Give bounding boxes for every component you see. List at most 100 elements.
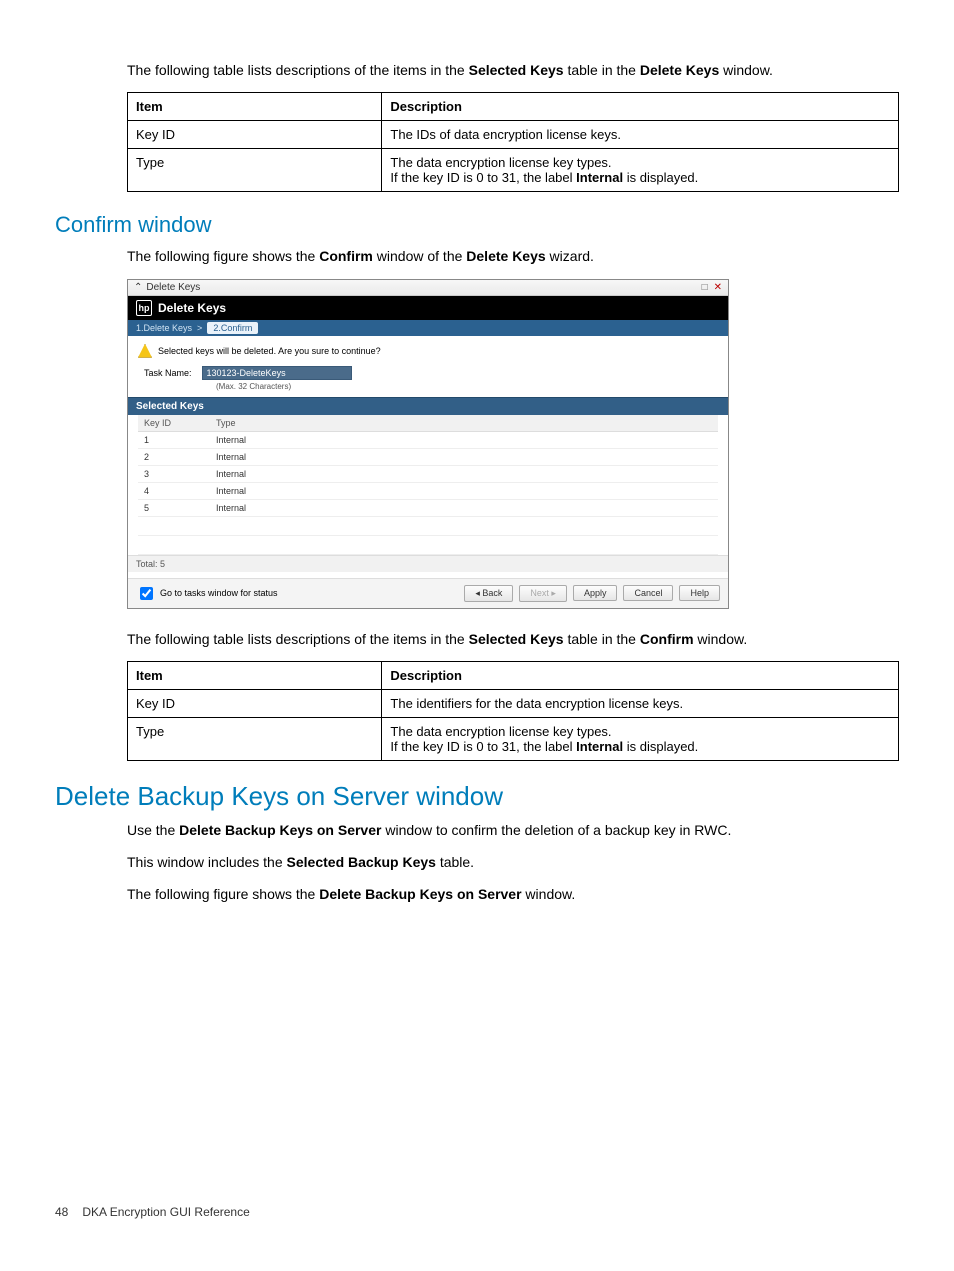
text: The following table lists descriptions o…	[127, 631, 469, 647]
cell: 5	[138, 499, 210, 516]
breadcrumb-step-active: 2.Confirm	[207, 322, 258, 334]
cell: The data encryption license key types. I…	[382, 717, 899, 760]
col-header: Type	[210, 415, 718, 432]
cell: Type	[128, 717, 382, 760]
maximize-icon[interactable]: □	[702, 282, 708, 293]
text: wizard.	[546, 248, 594, 264]
intro-paragraph-2: The following table lists descriptions o…	[55, 629, 899, 649]
text: window to confirm the deletion of a back…	[381, 822, 731, 838]
confirm-dialog: ⌃ Delete Keys □ ✕ hp Delete Keys 1.Delet…	[127, 279, 729, 609]
warning-row: Selected keys will be deleted. Are you s…	[138, 344, 718, 358]
cancel-button[interactable]: Cancel	[623, 585, 673, 601]
apply-button[interactable]: Apply	[573, 585, 618, 601]
help-button[interactable]: Help	[679, 585, 720, 601]
table-row[interactable]: 2Internal	[138, 448, 718, 465]
text: is displayed.	[623, 170, 698, 185]
text: The following figure shows the	[127, 248, 319, 264]
task-name-hint: (Max. 32 Characters)	[216, 382, 718, 391]
bold: Selected Backup Keys	[287, 854, 436, 870]
col-header: Item	[136, 668, 163, 683]
selected-keys-header: Selected Keys	[128, 397, 728, 415]
wizard-breadcrumb: 1.Delete Keys > 2.Confirm	[128, 320, 728, 336]
cell: The identifiers for the data encryption …	[382, 689, 899, 717]
bold: Internal	[576, 170, 623, 185]
table-row	[138, 516, 718, 535]
cell: Type	[128, 149, 382, 192]
col-header: Description	[390, 668, 462, 683]
table-row[interactable]: 1Internal	[138, 431, 718, 448]
page-footer: 48 DKA Encryption GUI Reference	[55, 1205, 899, 1219]
bold: Confirm	[319, 248, 373, 264]
footer-title: DKA Encryption GUI Reference	[82, 1205, 249, 1219]
text: table in the	[564, 631, 640, 647]
text: This window includes the	[127, 854, 287, 870]
intro-paragraph-1: The following table lists descriptions o…	[55, 60, 899, 80]
cell: Internal	[210, 448, 718, 465]
breadcrumb-step[interactable]: 1.Delete Keys	[136, 323, 192, 333]
text: The following figure shows the	[127, 886, 319, 902]
page-number: 48	[55, 1205, 68, 1219]
table-row[interactable]: 5Internal	[138, 499, 718, 516]
col-header: Description	[390, 99, 462, 114]
cell: Internal	[210, 431, 718, 448]
text: window.	[522, 886, 576, 902]
cell: Internal	[210, 482, 718, 499]
table-row[interactable]: 4Internal	[138, 482, 718, 499]
bold: Confirm	[640, 631, 694, 647]
cell: Internal	[210, 465, 718, 482]
collapse-icon[interactable]: ⌃	[134, 282, 142, 293]
text: window.	[694, 631, 748, 647]
bold: Selected Keys	[469, 62, 564, 78]
bold: Internal	[576, 739, 623, 754]
dialog-outer-titlebar: ⌃ Delete Keys □ ✕	[128, 280, 728, 296]
dialog-footer: Go to tasks window for status ◂ Back Nex…	[128, 578, 728, 608]
text: window.	[719, 62, 773, 78]
checkbox-input[interactable]	[140, 587, 153, 600]
table-row	[138, 535, 718, 554]
delete-backup-para-1: Use the Delete Backup Keys on Server win…	[55, 820, 899, 840]
selected-keys-table: Key ID Type 1Internal 2Internal 3Interna…	[138, 415, 718, 555]
delete-backup-para-2: This window includes the Selected Backup…	[55, 852, 899, 872]
heading-delete-backup-keys: Delete Backup Keys on Server window	[55, 781, 899, 812]
cell: The data encryption license key types. I…	[382, 149, 899, 192]
task-name-input[interactable]	[202, 366, 352, 380]
col-header: Key ID	[138, 415, 210, 432]
breadcrumb-sep: >	[197, 323, 202, 333]
cell: 1	[138, 431, 210, 448]
bold: Delete Backup Keys on Server	[179, 822, 381, 838]
next-button: Next ▸	[519, 585, 567, 602]
cell: 2	[138, 448, 210, 465]
table-row[interactable]: 3Internal	[138, 465, 718, 482]
go-to-tasks-checkbox[interactable]: Go to tasks window for status	[136, 584, 278, 603]
table-selected-keys-confirm: Item Description Key ID The identifiers …	[127, 661, 899, 761]
text: The data encryption license key types.	[390, 724, 611, 739]
col-header: Item	[136, 99, 163, 114]
text: The data encryption license key types.	[390, 155, 611, 170]
task-name-label: Task Name:	[144, 368, 192, 378]
dialog-inner-titlebar: hp Delete Keys	[128, 296, 728, 320]
confirm-intro: The following figure shows the Confirm w…	[55, 246, 899, 266]
cell: Key ID	[128, 121, 382, 149]
bold: Delete Keys	[466, 248, 545, 264]
text: window of the	[373, 248, 466, 264]
text: Use the	[127, 822, 179, 838]
checkbox-label: Go to tasks window for status	[160, 588, 278, 598]
cell: Key ID	[128, 689, 382, 717]
total-row: Total: 5	[128, 555, 728, 572]
close-icon[interactable]: ✕	[714, 282, 722, 293]
warning-text: Selected keys will be deleted. Are you s…	[158, 346, 381, 356]
back-button[interactable]: ◂ Back	[464, 585, 513, 602]
hp-logo-icon: hp	[136, 300, 152, 316]
bold: Selected Keys	[469, 631, 564, 647]
bold: Delete Backup Keys on Server	[319, 886, 521, 902]
table-selected-keys-delete: Item Description Key ID The IDs of data …	[127, 92, 899, 192]
dialog-inner-title: Delete Keys	[158, 301, 226, 315]
text: table.	[436, 854, 474, 870]
text: is displayed.	[623, 739, 698, 754]
heading-confirm-window: Confirm window	[55, 212, 899, 238]
text: The following table lists descriptions o…	[127, 62, 469, 78]
text: If the key ID is 0 to 31, the label	[390, 170, 576, 185]
cell: 3	[138, 465, 210, 482]
delete-backup-para-3: The following figure shows the Delete Ba…	[55, 884, 899, 904]
warning-icon	[138, 344, 152, 358]
